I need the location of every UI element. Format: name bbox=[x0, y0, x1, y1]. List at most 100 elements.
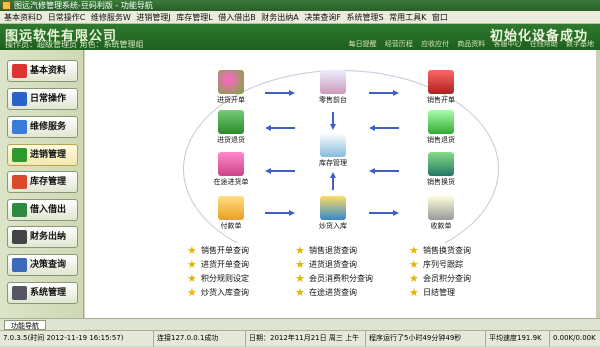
quick-link[interactable]: ★ 会员积分查询 bbox=[409, 273, 471, 284]
sidebar-item-label: 决策查询 bbox=[30, 260, 67, 270]
retail-node[interactable]: 零售前台 bbox=[303, 70, 363, 105]
star-icon: ★ bbox=[409, 244, 419, 257]
quick-link[interactable]: ★ 销售换货查询 bbox=[409, 245, 471, 256]
quick-link[interactable]: ★ 销售开单查询 bbox=[187, 245, 249, 256]
star-icon: ★ bbox=[187, 244, 197, 257]
header-link-help[interactable]: 在线帮助 bbox=[530, 40, 558, 48]
transit-bag-icon bbox=[218, 152, 244, 176]
finance-icon bbox=[12, 230, 27, 244]
inventory-node[interactable]: 库存管理 bbox=[303, 133, 363, 168]
quick-link-label: 销售开单查询 bbox=[201, 246, 249, 255]
stock-in-node[interactable]: 炒货入库 bbox=[303, 196, 363, 231]
quick-link-label: 销售退货查询 bbox=[309, 246, 357, 255]
sidebar-item-finance[interactable]: 财务出纳 bbox=[7, 226, 78, 248]
repair-icon bbox=[12, 120, 27, 134]
receipt-bag-icon bbox=[428, 196, 454, 220]
sales-return-node[interactable]: 销售退货 bbox=[411, 110, 471, 145]
menu-item-window[interactable]: 窗口 bbox=[432, 13, 448, 22]
purchase-order-node[interactable]: 进货开单 bbox=[201, 70, 261, 105]
arrow-left-icon bbox=[265, 168, 295, 174]
return-box-icon bbox=[218, 110, 244, 134]
receipt-node[interactable]: 收款单 bbox=[411, 196, 471, 231]
quick-link[interactable]: ★ 销售退货查询 bbox=[295, 245, 357, 256]
sales-order-node[interactable]: 销售开单 bbox=[411, 70, 471, 105]
menu-item-stock[interactable]: 库存管理L bbox=[176, 13, 212, 22]
sidebar-item-label: 进销管理 bbox=[30, 150, 67, 160]
menu-item-finance[interactable]: 财务出纳A bbox=[261, 13, 298, 22]
arrow-up-icon bbox=[330, 172, 336, 190]
quick-link[interactable]: ★ 会员消费积分查询 bbox=[295, 273, 373, 284]
menu-item-basic[interactable]: 基本资料D bbox=[4, 13, 42, 22]
menu-item-borrow[interactable]: 借入借出B bbox=[218, 13, 256, 22]
sidebar-item-sales[interactable]: 进销管理 bbox=[7, 144, 78, 166]
decision-icon bbox=[12, 258, 27, 272]
header-link-service[interactable]: 客服中心 bbox=[494, 40, 522, 48]
inventory-window-icon bbox=[320, 133, 346, 157]
menu-item-tools[interactable]: 常用工具K bbox=[389, 13, 426, 22]
sidebar-item-daily[interactable]: 日常操作 bbox=[7, 88, 78, 110]
sales-car-icon bbox=[428, 70, 454, 94]
retail-counter-icon bbox=[320, 70, 346, 94]
header-link-reminder[interactable]: 每日提醒 bbox=[349, 40, 377, 48]
menu-item-repair[interactable]: 维修服务W bbox=[91, 13, 131, 22]
payment-node[interactable]: 付款单 bbox=[201, 196, 261, 231]
menu-item-system[interactable]: 系统管理S bbox=[346, 13, 383, 22]
sidebar-item-system[interactable]: 系统管理 bbox=[7, 282, 78, 304]
scrollbar[interactable] bbox=[596, 50, 600, 318]
quick-link-label: 序列号跟踪 bbox=[423, 260, 463, 269]
menu-item-daily[interactable]: 日常操作C bbox=[48, 13, 86, 22]
menu-bar: 基本资料D 日常操作C 维修服务W 进销管理J 库存管理L 借入借出B 财务出纳… bbox=[0, 11, 600, 24]
node-label: 在途进货单 bbox=[213, 178, 249, 186]
tab-bar: 功能导航 bbox=[0, 318, 600, 330]
quick-link[interactable]: ★ 在途进货查询 bbox=[295, 287, 357, 298]
star-icon: ★ bbox=[187, 272, 197, 285]
tab-function-navigation[interactable]: 功能导航 bbox=[4, 320, 46, 330]
sidebar-item-basic[interactable]: 基本资料 bbox=[7, 60, 78, 82]
status-bar: 7.0.3.5(时间 2012-11-19 16:15:57) 连接127.0.… bbox=[0, 330, 600, 347]
menu-item-decision[interactable]: 决策查询F bbox=[304, 13, 341, 22]
payment-folder-icon bbox=[218, 196, 244, 220]
sidebar-item-stock[interactable]: 库存管理 bbox=[7, 171, 78, 193]
node-label: 零售前台 bbox=[319, 96, 347, 104]
arrow-left-icon bbox=[369, 125, 399, 131]
arrow-right-icon bbox=[265, 210, 295, 216]
node-label: 库存管理 bbox=[319, 159, 347, 167]
node-label: 销售退货 bbox=[427, 136, 455, 144]
status-runtime: 程序运行了5小时49分钟49秒 bbox=[366, 331, 486, 347]
quick-link[interactable]: ★ 炒货入库查询 bbox=[187, 287, 249, 298]
quick-link[interactable]: ★ 进货开单查询 bbox=[187, 259, 249, 270]
star-icon: ★ bbox=[187, 258, 197, 271]
arrow-right-icon bbox=[369, 210, 399, 216]
sidebar: 基本资料 日常操作 维修服务 进销管理 库存管理 借入借出 财务出纳 决策查询 … bbox=[0, 50, 84, 318]
status-rate: 0.00K/0.00K bbox=[553, 334, 596, 342]
quick-link[interactable]: ★ 日结管理 bbox=[409, 287, 455, 298]
header-link-products[interactable]: 商品资料 bbox=[457, 40, 485, 48]
function-navigation-panel: 进货开单 进货退货 在途进货单 付款单 零售前台 库存管理 炒货入库 销售开单 … bbox=[85, 50, 596, 318]
sales-exchange-node[interactable]: 销售换货 bbox=[411, 152, 471, 187]
stock-in-package-icon bbox=[320, 196, 346, 220]
system-icon bbox=[12, 286, 27, 300]
star-icon: ★ bbox=[295, 272, 305, 285]
quick-link-label: 进货退货查询 bbox=[309, 260, 357, 269]
arrow-left-icon bbox=[265, 125, 295, 131]
quick-link[interactable]: ★ 积分规则设定 bbox=[187, 273, 249, 284]
quick-link[interactable]: ★ 序列号跟踪 bbox=[409, 259, 463, 270]
app-icon bbox=[2, 1, 11, 10]
sales-exchange-icon bbox=[428, 152, 454, 176]
header-link-history[interactable]: 经营历程 bbox=[385, 40, 413, 48]
quick-link-label: 进货开单查询 bbox=[201, 260, 249, 269]
header-link-digital[interactable]: 数字基地 bbox=[566, 40, 594, 48]
sidebar-item-repair[interactable]: 维修服务 bbox=[7, 116, 78, 138]
sidebar-item-borrow[interactable]: 借入借出 bbox=[7, 199, 78, 221]
status-date: 日期：2012年11月21日 周三 上午 bbox=[246, 331, 366, 347]
arrow-down-icon bbox=[330, 112, 336, 130]
sidebar-item-decision[interactable]: 决策查询 bbox=[7, 254, 78, 276]
header-link-receivable[interactable]: 应收应付 bbox=[421, 40, 449, 48]
shopping-cart-icon bbox=[218, 70, 244, 94]
quick-links-panel: ★ 销售开单查询 ★ 销售退货查询 ★ 销售换货查询 ★ 进货开单查询 ★ 进货退货查询 … bbox=[181, 243, 497, 307]
menu-item-sales[interactable]: 进销管理J bbox=[136, 13, 170, 22]
purchase-return-node[interactable]: 进货退货 bbox=[201, 110, 261, 145]
in-transit-node[interactable]: 在途进货单 bbox=[201, 152, 261, 187]
quick-link[interactable]: ★ 进货退货查询 bbox=[295, 259, 357, 270]
header-links: 每日提醒 经营历程 应收应付 商品资料 客服中心 在线帮助 数字基地 bbox=[343, 39, 594, 49]
